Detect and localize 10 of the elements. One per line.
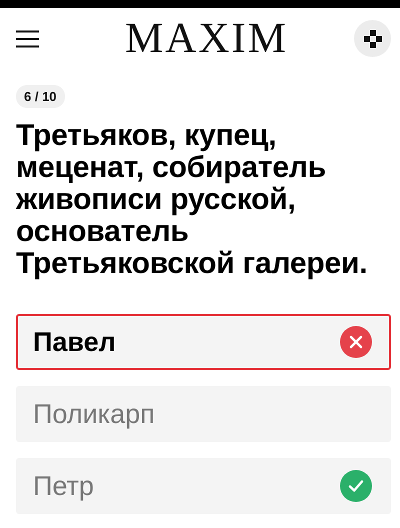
question-text: Третьяков, купец, меценат, собиратель живописи русской, основатель Третьяковской галереи. xyxy=(16,120,368,280)
answer-option[interactable]: Петр xyxy=(16,458,391,514)
game-button[interactable] xyxy=(354,20,391,57)
dpad-icon xyxy=(364,30,382,48)
menu-button[interactable] xyxy=(16,30,39,48)
progress-badge: 6 / 10 xyxy=(16,85,65,108)
answer-option[interactable]: Павел xyxy=(16,314,391,370)
answer-option[interactable]: Поликарп xyxy=(16,386,391,442)
logo: MAXIM xyxy=(125,17,288,60)
menu-icon xyxy=(16,30,39,48)
